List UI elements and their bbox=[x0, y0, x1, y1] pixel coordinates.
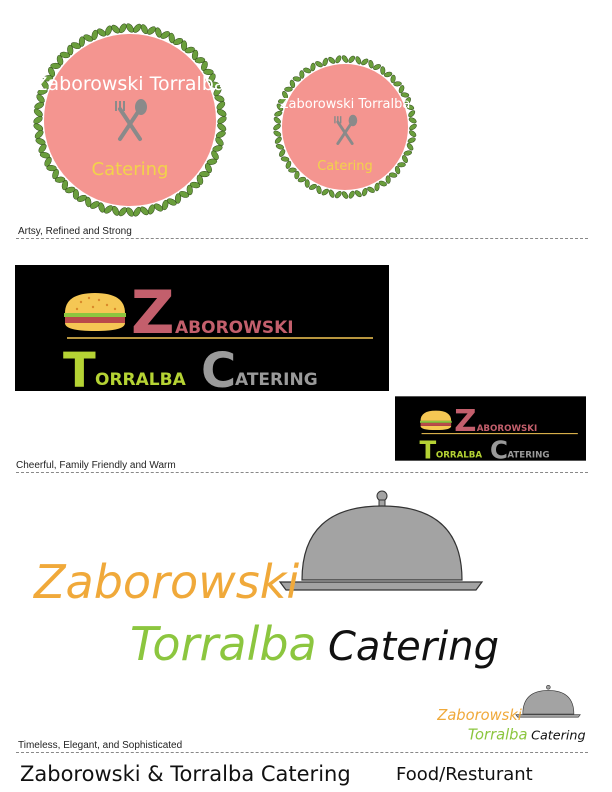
leaf-icon bbox=[335, 55, 342, 64]
leaf-icon bbox=[373, 64, 382, 70]
leaf-icon bbox=[367, 186, 375, 193]
leaf-icon bbox=[274, 136, 282, 144]
divider bbox=[16, 472, 588, 473]
leaf-icon bbox=[406, 143, 414, 151]
cloche-logo-small: Zaborowski Torralba Catering bbox=[436, 685, 586, 744]
letter-t: T bbox=[63, 343, 96, 391]
leaf-icon bbox=[288, 167, 297, 173]
caption-cheerful: Cheerful, Family Friendly and Warm bbox=[16, 460, 176, 471]
circle-logo-large: Zaborowski Torralba Catering bbox=[33, 23, 227, 217]
leaf-icon bbox=[308, 184, 317, 190]
leaf-icon bbox=[385, 175, 391, 184]
leaf-icon bbox=[279, 149, 286, 157]
leaf-icon bbox=[334, 191, 342, 199]
logo-circle bbox=[44, 34, 216, 206]
leaf-icon bbox=[408, 117, 417, 124]
footer-title: Zaborowski & Torralba Catering bbox=[20, 762, 351, 786]
script-zaborowski: Zaborowski bbox=[32, 555, 299, 609]
divider bbox=[16, 752, 588, 753]
leaf-icon bbox=[273, 123, 281, 131]
leaf-icon bbox=[362, 187, 368, 197]
letter-c: C bbox=[201, 343, 236, 391]
word-aborowski: ABOROWSKI bbox=[175, 318, 294, 338]
script-zaborowski: Zaborowski bbox=[436, 707, 522, 724]
leaf-icon bbox=[328, 189, 335, 198]
leaf-icon bbox=[407, 137, 416, 144]
cloche-logo-large: Zaborowski Torralba Catering bbox=[32, 490, 499, 671]
letter-c: C bbox=[490, 436, 508, 461]
divider bbox=[16, 238, 588, 239]
leaf-icon bbox=[321, 188, 329, 196]
cloche-icon bbox=[278, 490, 484, 591]
banner-logo-small: Z ABOROWSKI T ORRALBA C ATERING bbox=[395, 396, 586, 461]
word-orralba: ORRALBA bbox=[436, 451, 483, 461]
leaf-icon bbox=[354, 190, 362, 198]
leaf-icon bbox=[284, 86, 293, 92]
leaf-icon bbox=[275, 144, 285, 150]
leaf-icon bbox=[355, 56, 362, 65]
caption-timeless: Timeless, Elegant, and Sophisticated bbox=[18, 740, 183, 751]
logo-catering: Catering bbox=[92, 159, 169, 180]
leaf-icon bbox=[374, 182, 380, 192]
leaf-icon bbox=[361, 58, 369, 66]
cloche-icon bbox=[515, 685, 581, 718]
leaf-icon bbox=[322, 57, 328, 67]
logo-catering: Catering bbox=[317, 159, 373, 174]
script-torralba: Torralba bbox=[468, 727, 528, 744]
script-catering: Catering bbox=[328, 624, 499, 670]
leaf-icon bbox=[402, 155, 408, 164]
logo-brand-line1: Zaborowski Torralba bbox=[34, 73, 225, 95]
leaf-icon bbox=[348, 190, 355, 199]
word-aborowski: ABOROWSKI bbox=[477, 424, 538, 434]
footer-category: Food/Resturant bbox=[396, 764, 533, 785]
leaf-icon bbox=[310, 62, 316, 72]
word-orralba: ORRALBA bbox=[95, 370, 187, 390]
burger-icon bbox=[420, 410, 452, 431]
leaf-icon bbox=[273, 116, 281, 124]
leaf-icon bbox=[328, 56, 336, 64]
leaf-icon bbox=[409, 123, 417, 131]
leaf-icon bbox=[304, 179, 310, 188]
script-torralba: Torralba bbox=[130, 617, 317, 671]
word-atering: ATERING bbox=[507, 451, 549, 461]
letter-t: T bbox=[420, 436, 437, 461]
leaf-icon bbox=[397, 162, 406, 168]
banner-logo-large: Z ABOROWSKI T ORRALBA C ATERING bbox=[15, 265, 389, 391]
burger-icon bbox=[64, 293, 126, 331]
caption-artsy: Artsy, Refined and Strong bbox=[18, 226, 132, 237]
leaf-icon bbox=[393, 81, 402, 87]
logo-brand-line1: Zaborowski Torralba bbox=[280, 97, 411, 112]
leaf-icon bbox=[299, 70, 305, 79]
leaf-icon bbox=[315, 61, 323, 68]
leaf-icon bbox=[348, 55, 356, 63]
leaf-icon bbox=[409, 130, 417, 138]
circle-logo-small: Zaborowski Torralba Catering bbox=[273, 55, 417, 199]
leaf-icon bbox=[341, 191, 349, 199]
leaf-icon bbox=[380, 66, 386, 75]
script-catering: Catering bbox=[531, 729, 586, 744]
leaf-icon bbox=[341, 55, 349, 63]
leaf-icon bbox=[280, 156, 290, 162]
word-atering: ATERING bbox=[235, 370, 318, 390]
leaf-icon bbox=[273, 130, 282, 137]
